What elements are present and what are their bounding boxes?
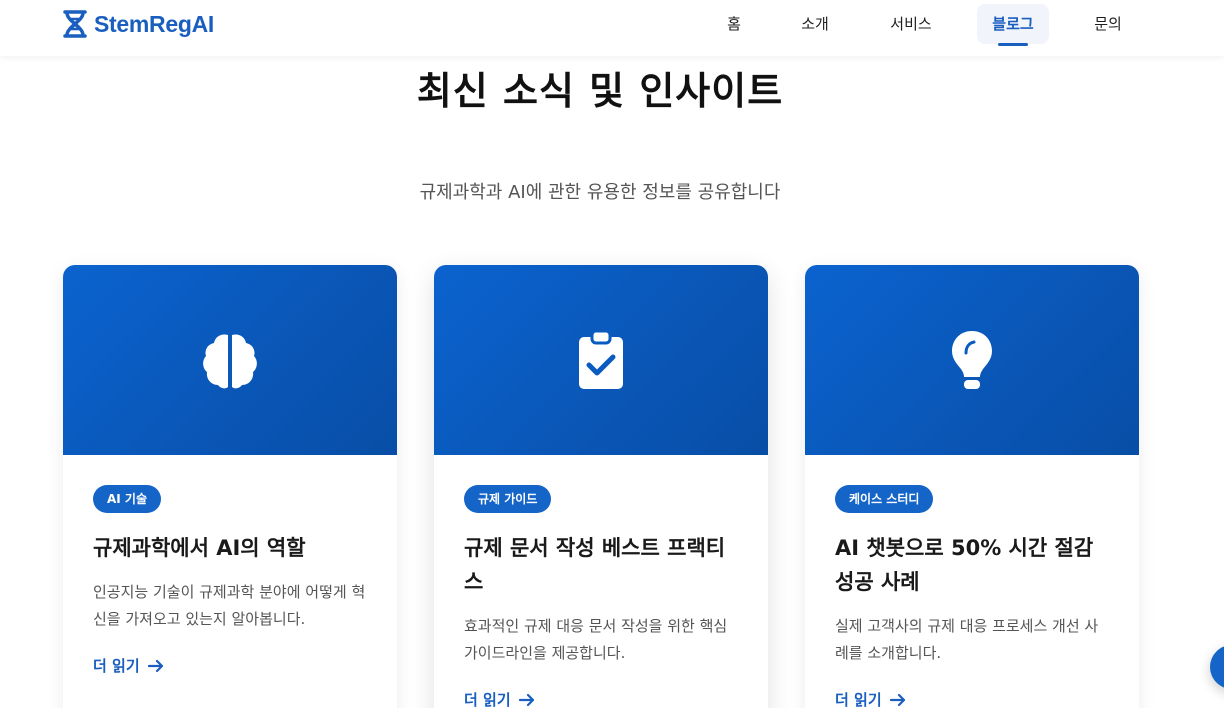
blog-card[interactable]: AI 기술 규제과학에서 AI의 역할 인공지능 기술이 규제과학 분야에 어떻…: [63, 265, 397, 708]
section-subtitle: 규제과학과 AI에 관한 유용한 정보를 공유합니다: [419, 182, 781, 203]
nav-item-blog[interactable]: 블로그: [977, 4, 1049, 46]
card-title[interactable]: 규제과학에서 AI의 역할: [93, 531, 367, 565]
nav-item-contact[interactable]: 문의: [1086, 4, 1130, 44]
read-more-link[interactable]: 더 읽기: [93, 655, 164, 676]
card-title[interactable]: 규제 문서 작성 베스트 프랙티스: [464, 531, 738, 599]
category-badge: 케이스 스터디: [835, 485, 934, 513]
card-description: 인공지능 기술이 규제과학 분야에 어떻게 혁신을 가져오고 있는지 알아봅니다…: [93, 583, 366, 628]
site-header: StemRegAI 홈 소개 서비스 블로그 문의: [0, 0, 1224, 56]
read-more-label: 더 읽기: [835, 691, 882, 708]
page: StemRegAI 홈 소개 서비스 블로그 문의 최신 소식 및 인사이트 규…: [0, 0, 1224, 708]
card-description: 실제 고객사의 규제 대응 프로세스 개선 사례를 소개합니다.: [835, 617, 1099, 662]
main-nav: 홈 소개 서비스 블로그 문의: [0, 4, 1224, 46]
read-more-link[interactable]: 더 읽기: [835, 689, 906, 708]
section-title: 최신 소식 및 인사이트: [416, 69, 784, 113]
card-body: AI 기술 규제과학에서 AI의 역할 인공지능 기술이 규제과학 분야에 어떻…: [63, 455, 397, 676]
category-badge: AI 기술: [93, 485, 162, 513]
card-description: 효과적인 규제 대응 문서 작성을 위한 핵심 가이드라인을 제공합니다.: [464, 617, 728, 662]
card-title[interactable]: AI 챗봇으로 50% 시간 절감 성공 사례: [835, 531, 1109, 599]
card-body: 규제 가이드 규제 문서 작성 베스트 프랙티스 효과적인 규제 대응 문서 작…: [434, 455, 768, 708]
clipboard-check-icon: [579, 329, 623, 389]
floating-chat-button[interactable]: [1210, 645, 1224, 689]
arrow-right-icon: [147, 659, 163, 672]
card-hero: [805, 265, 1139, 455]
nav-item-home[interactable]: 홈: [712, 4, 756, 44]
read-more-label: 더 읽기: [93, 657, 140, 675]
arrow-right-icon: [889, 693, 905, 706]
arrow-right-icon: [518, 693, 534, 706]
read-more-label: 더 읽기: [464, 691, 511, 708]
card-hero: [63, 265, 397, 455]
nav-item-services[interactable]: 서비스: [882, 4, 940, 44]
blog-card[interactable]: 케이스 스터디 AI 챗봇으로 50% 시간 절감 성공 사례 실제 고객사의 …: [805, 265, 1139, 708]
blog-card[interactable]: 규제 가이드 규제 문서 작성 베스트 프랙티스 효과적인 규제 대응 문서 작…: [434, 265, 768, 708]
card-hero: [434, 265, 768, 455]
read-more-link[interactable]: 더 읽기: [464, 689, 535, 708]
category-badge: 규제 가이드: [464, 485, 552, 513]
brain-icon: [203, 334, 257, 389]
lightbulb-icon: [952, 331, 992, 389]
card-body: 케이스 스터디 AI 챗봇으로 50% 시간 절감 성공 사례 실제 고객사의 …: [805, 455, 1139, 708]
nav-item-about[interactable]: 소개: [792, 4, 838, 44]
